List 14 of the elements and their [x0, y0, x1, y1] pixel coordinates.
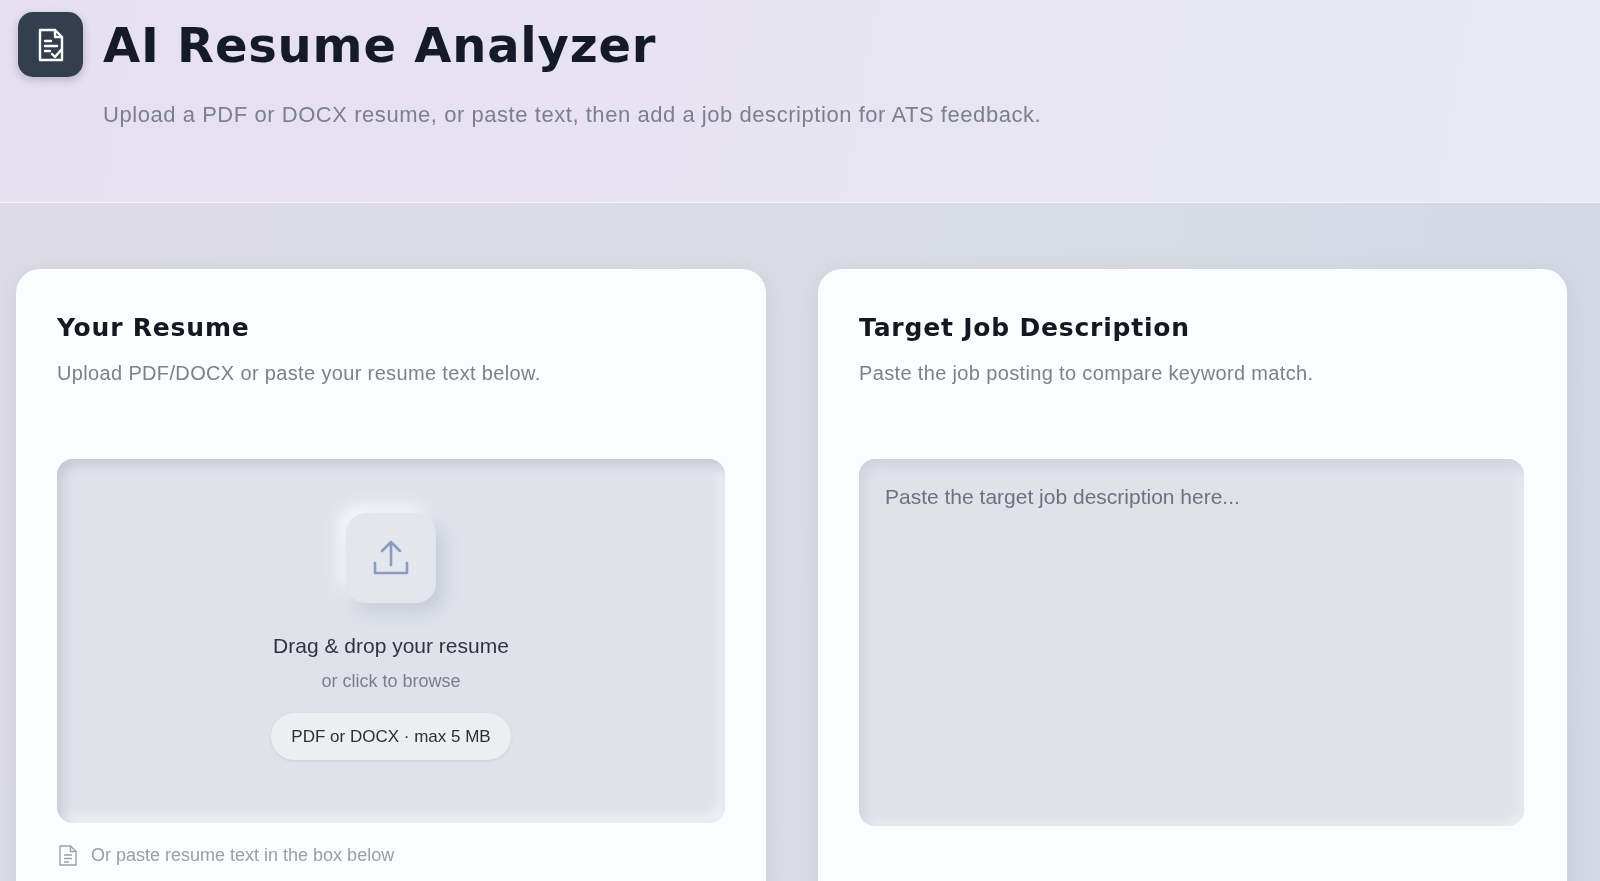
file-dropzone[interactable]: Drag & drop your resume or click to browse PDF or DOCX · max 5 MB — [57, 459, 725, 823]
job-description-input[interactable]: Paste the target job description here... — [859, 459, 1524, 826]
document-icon — [59, 845, 77, 866]
card-description: Upload PDF/DOCX or paste your resume text below. — [57, 361, 542, 385]
dropzone-hint: or click to browse — [321, 671, 461, 691]
paste-hint: Or paste resume text in the box below — [91, 845, 395, 866]
document-icon — [18, 12, 83, 77]
card-description: Paste the job posting to compare keyword match. — [859, 361, 1315, 385]
file-format-badge: PDF or DOCX · max 5 MB — [271, 713, 511, 760]
card-title: Target Job Description — [859, 313, 1191, 343]
app-subtitle: Upload a PDF or DOCX resume, or paste text, then add a job description for ATS feedback. — [103, 102, 1043, 129]
card-title: Your Resume — [57, 313, 251, 343]
dropzone-title: Drag & drop your resume — [273, 634, 509, 658]
upload-icon — [346, 513, 436, 603]
